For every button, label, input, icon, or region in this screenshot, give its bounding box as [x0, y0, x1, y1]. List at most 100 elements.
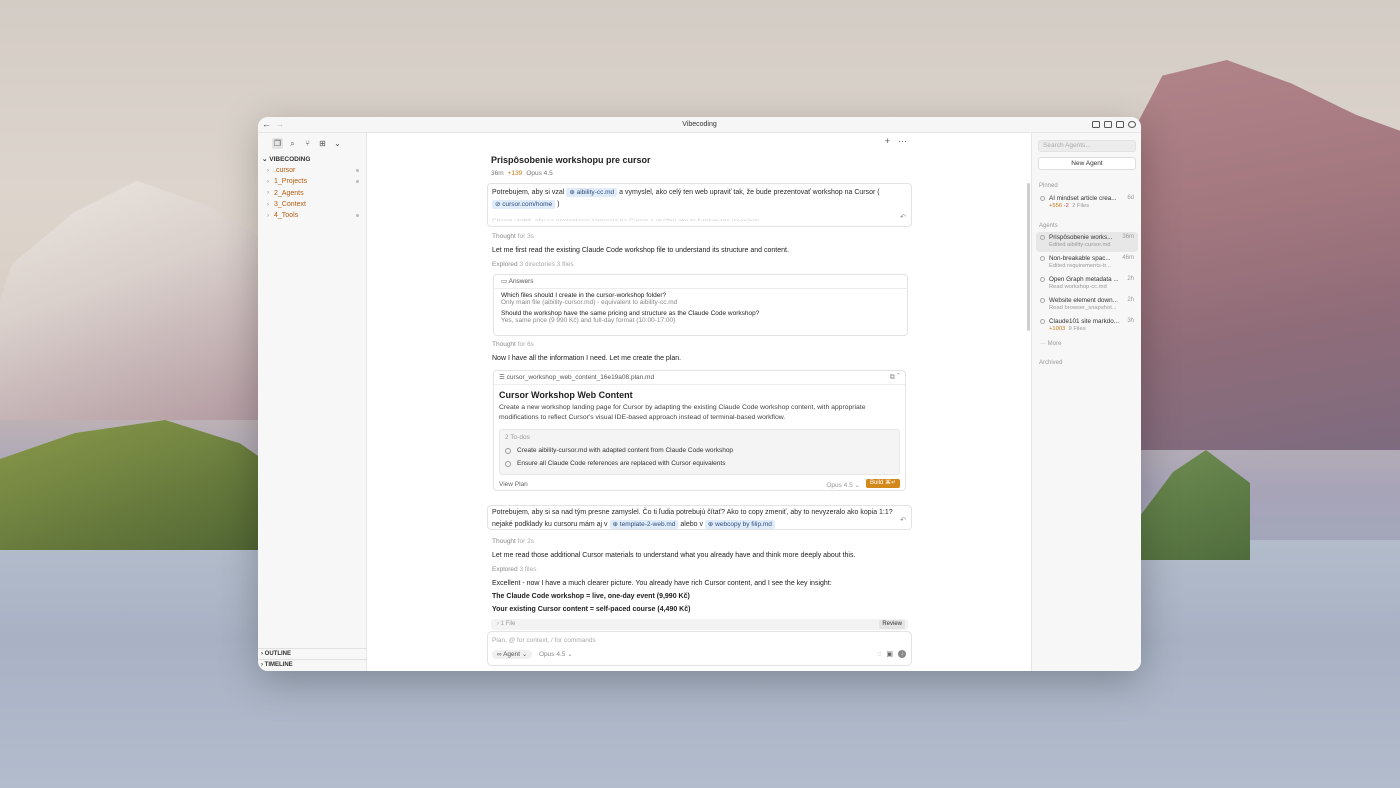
- tree-root[interactable]: ⌄ VIBECODING: [258, 155, 367, 165]
- list-icon: ☰: [499, 374, 505, 381]
- assistant-bold-text: The Claude Code workshop = live, one-day…: [492, 593, 690, 600]
- agent-item[interactable]: Open Graph metadata ... 2h Read workshop-…: [1036, 274, 1138, 294]
- toggle-panel-icon[interactable]: [1104, 121, 1112, 128]
- answer-value: Yes, same price (9 990 Kč) and full-day …: [501, 317, 676, 324]
- todo-list: 2 To-dos Create aibility-cursor.md with …: [499, 429, 900, 475]
- file-chip[interactable]: ⊕ template-2-web.md: [609, 519, 679, 529]
- more-icon[interactable]: ···: [898, 136, 907, 146]
- pinned-label: Pinned: [1039, 183, 1058, 189]
- user-message[interactable]: Potrebujem, aby si vzal ⊕ aibility-cc.md…: [487, 183, 912, 227]
- extensions-icon[interactable]: ⊞: [317, 138, 328, 149]
- agent-status-icon: [1040, 298, 1045, 303]
- agent-item[interactable]: Prispôsobenie works... 36m Edited aibilit…: [1036, 232, 1138, 252]
- archived-label[interactable]: Archived: [1039, 360, 1062, 366]
- thought-label[interactable]: Thought for 3s: [492, 233, 534, 240]
- changed-files-bar[interactable]: › 1 File Review: [491, 619, 908, 630]
- undo-icon[interactable]: ↶: [900, 212, 906, 224]
- undo-icon[interactable]: ↶: [900, 515, 906, 527]
- chat-meta-additions: +139: [507, 170, 523, 177]
- assistant-text: Let me read those additional Cursor mate…: [492, 552, 856, 559]
- chat-meta-model: Opus 4.5: [526, 170, 553, 177]
- model-select[interactable]: Opus 4.5 ⌄: [539, 650, 573, 659]
- assistant-text: Now I have all the information I need. L…: [492, 355, 682, 362]
- modified-dot: [356, 214, 359, 218]
- scrollbar[interactable]: [1027, 183, 1030, 331]
- answer-value: Only main file (aibility-cursor.md) - eq…: [501, 299, 678, 306]
- modified-dot: [356, 180, 359, 184]
- agent-status-icon: [1040, 319, 1045, 324]
- file-tree: ⌄ VIBECODING › .cursor › 1_Projects › 2_Age…: [258, 155, 367, 221]
- link-chip[interactable]: ⊘ cursor.com/home: [492, 199, 556, 209]
- send-icon[interactable]: ↓: [898, 650, 906, 658]
- pinned-agent-item[interactable]: AI mindset article crea... 6d +556 -2 2 …: [1036, 193, 1138, 215]
- model-select[interactable]: Opus 4.5 ⌄: [826, 481, 860, 489]
- composer[interactable]: Plan, @ for context, / for commands ∞ Ag…: [487, 631, 912, 666]
- plan-title: Cursor Workshop Web Content: [499, 390, 633, 400]
- circle-icon: [505, 460, 511, 467]
- tree-item-projects[interactable]: › 1_Projects: [258, 176, 367, 187]
- build-button[interactable]: Build ⌘↵: [865, 479, 900, 488]
- loading-icon: ◌: [877, 650, 882, 658]
- source-control-icon[interactable]: ⑂: [302, 138, 313, 149]
- modified-dot: [356, 169, 359, 173]
- chat-meta: 36m +139 Opus 4.5: [491, 170, 553, 177]
- timeline-section[interactable]: › TIMELINE: [258, 659, 367, 670]
- copy-icon[interactable]: ⧉ ⌃: [890, 371, 900, 385]
- thought-label[interactable]: Thought for 2s: [492, 538, 534, 545]
- plan-description: Create a new workshop landing page for C…: [499, 404, 866, 421]
- agent-item[interactable]: Website element down... 2h Read browser_s…: [1036, 295, 1138, 315]
- chevron-down-icon[interactable]: ⌄: [332, 138, 343, 149]
- view-plan-link[interactable]: View Plan: [499, 481, 528, 488]
- window-title: Vibecoding: [682, 121, 717, 128]
- agent-item[interactable]: Non-breakable spac... 46m Edited requirem…: [1036, 253, 1138, 273]
- agents-panel: Search Agents... New Agent Pinned AI min…: [1031, 133, 1141, 671]
- more-link[interactable]: ··· More: [1040, 341, 1061, 347]
- composer-input[interactable]: Plan, @ for context, / for commands: [492, 637, 596, 644]
- agents-label: Agents: [1039, 223, 1058, 229]
- explored-label[interactable]: Explored 3 files: [492, 566, 536, 573]
- tree-item-agents[interactable]: › 2_Agents: [258, 188, 367, 199]
- image-icon[interactable]: ▣: [886, 650, 893, 658]
- review-button[interactable]: Review: [879, 620, 905, 629]
- plan-card: ☰ cursor_workshop_web_content_16e19a08.p…: [493, 370, 906, 491]
- app-window: ← → Vibecoding ❐ ⌕ ⑂ ⊞ ⌄ ⌄ VIBECODING ›.…: [258, 117, 1141, 671]
- chat-panel: + ··· Prispôsobenie workshopu pre cursor…: [367, 133, 1031, 671]
- agent-item[interactable]: Claude101 site markdo... 3h +1003 9 Files: [1036, 316, 1138, 336]
- answer-question: Should the workshop have the same pricin…: [501, 310, 760, 317]
- chat-meta-time: 36m: [491, 170, 504, 177]
- new-agent-button[interactable]: New Agent: [1038, 157, 1136, 170]
- tree-item-context[interactable]: › 3_Context: [258, 199, 367, 210]
- assistant-text: Let me first read the existing Claude Co…: [492, 247, 789, 254]
- answers-header: ▭ Answers: [494, 275, 907, 289]
- mode-select[interactable]: ∞ Agent ⌄: [492, 650, 533, 659]
- agent-status-icon: [1040, 256, 1045, 261]
- files-icon[interactable]: ❐: [272, 138, 283, 149]
- chat-bubble-icon: ▭: [501, 278, 508, 285]
- toggle-right-panel-icon[interactable]: [1116, 121, 1124, 128]
- tree-item-cursor[interactable]: › .cursor: [258, 165, 367, 176]
- toggle-sidebar-icon[interactable]: [1092, 121, 1100, 128]
- assistant-bold-text: Your existing Cursor content = self-pace…: [492, 606, 691, 613]
- todos-label: 2 To-dos: [505, 434, 530, 441]
- title-bar: ← → Vibecoding: [258, 117, 1141, 133]
- search-agents-input[interactable]: Search Agents...: [1038, 140, 1136, 152]
- chat-title: Prispôsobenie workshopu pre cursor: [491, 155, 651, 165]
- outline-section[interactable]: › OUTLINE: [258, 648, 367, 659]
- plan-file-header[interactable]: ☰ cursor_workshop_web_content_16e19a08.p…: [494, 371, 905, 385]
- todo-item[interactable]: Create aibility-cursor.md with adapted c…: [505, 444, 894, 457]
- search-icon[interactable]: ⌕: [287, 138, 298, 149]
- explored-label[interactable]: Explored 3 directories 3 files: [492, 261, 574, 268]
- assistant-text: Excellent - now I have a much clearer pi…: [492, 580, 832, 587]
- plus-icon[interactable]: +: [885, 136, 890, 146]
- agent-status-icon: [1040, 235, 1045, 240]
- user-message[interactable]: Potrebujem, aby si sa nad tým presne zam…: [487, 505, 912, 530]
- tree-item-tools[interactable]: › 4_Tools: [258, 210, 367, 221]
- thought-label[interactable]: Thought for 6s: [492, 341, 534, 348]
- file-chip[interactable]: ⊕ aibility-cc.md: [566, 188, 618, 197]
- agent-status-icon: [1040, 277, 1045, 282]
- explorer-sidebar: ❐ ⌕ ⑂ ⊞ ⌄ ⌄ VIBECODING › .cursor › 1_Proje…: [258, 133, 367, 671]
- todo-item[interactable]: Ensure all Claude Code references are re…: [505, 457, 894, 470]
- file-chip[interactable]: ⊕ webcopy by filip.md: [704, 519, 775, 529]
- circle-icon: [505, 447, 511, 454]
- settings-gear-icon[interactable]: [1128, 121, 1136, 128]
